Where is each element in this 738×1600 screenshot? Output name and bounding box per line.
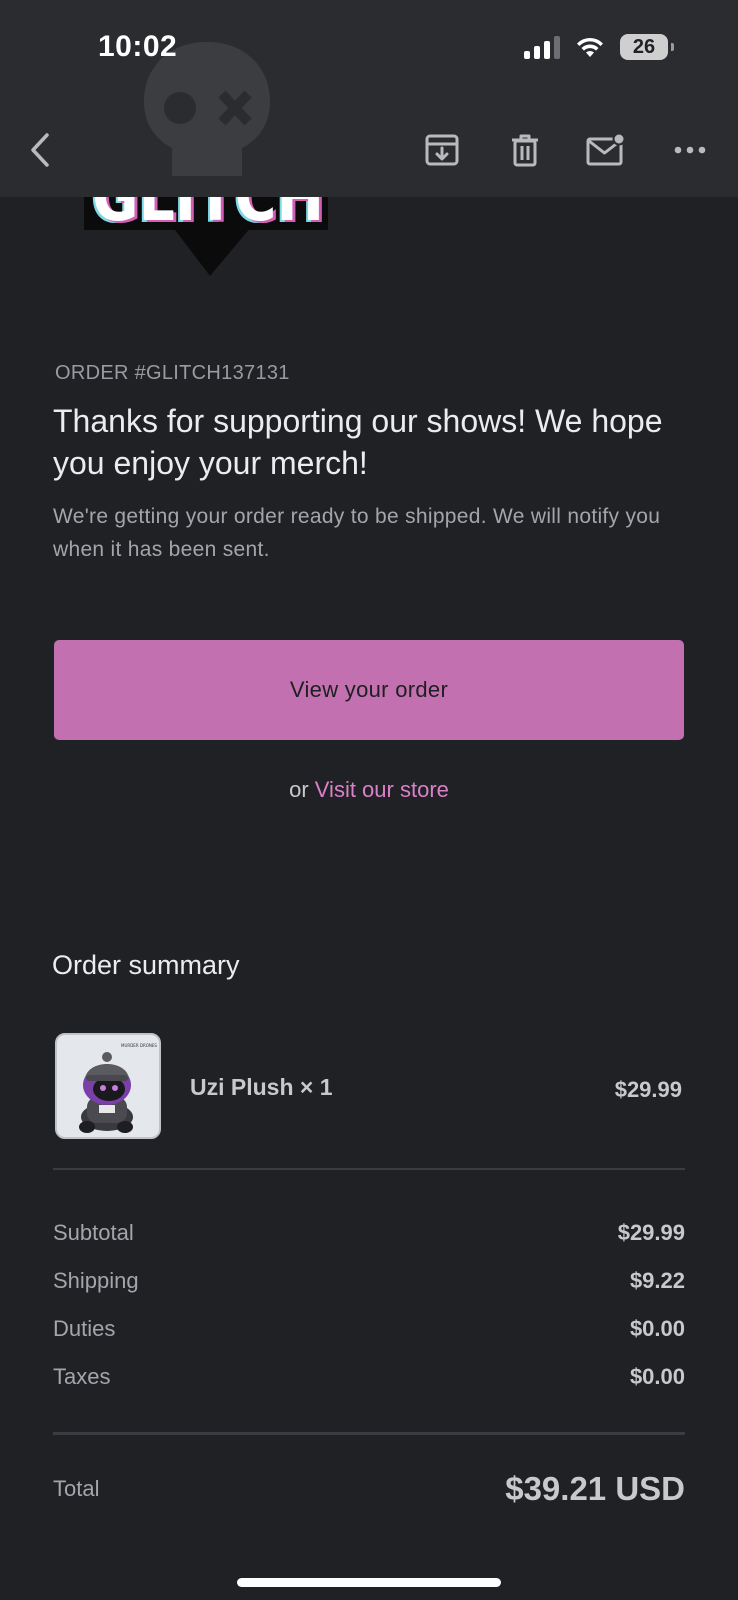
taxes-row: Taxes $0.00	[53, 1364, 685, 1390]
mail-unread-icon	[586, 133, 626, 166]
mark-unread-button[interactable]	[584, 128, 628, 172]
trash-icon	[512, 134, 538, 167]
subtotal-row: Subtotal $29.99	[53, 1220, 685, 1246]
shipping-label: Shipping	[53, 1268, 139, 1293]
taxes-label: Taxes	[53, 1364, 111, 1389]
home-indicator[interactable]	[237, 1578, 501, 1587]
or-text: or	[289, 777, 309, 802]
total-divider	[53, 1432, 685, 1435]
signal-icon	[524, 35, 560, 59]
order-number: ORDER #GLITCH137131	[55, 362, 290, 384]
skull-watermark-icon	[144, 42, 270, 176]
back-button[interactable]	[18, 128, 62, 172]
status-icons: 26	[524, 34, 674, 60]
mail-header: 10:02 26	[0, 0, 738, 197]
order-headline: Thanks for supporting our shows! We hope…	[53, 403, 663, 481]
total-value: $39.21 USD	[505, 1470, 685, 1507]
total-row: Total $39.21 USD	[53, 1470, 685, 1508]
duties-row: Duties $0.00	[53, 1316, 685, 1342]
more-button[interactable]	[668, 128, 712, 172]
product-name: Uzi Plush × 1	[190, 1074, 333, 1100]
trash-button[interactable]	[503, 128, 547, 172]
product-price: $29.99	[614, 1077, 682, 1102]
subtotal-value: $29.99	[617, 1220, 685, 1245]
summary-divider	[53, 1168, 685, 1170]
order-summary-title: Order summary	[52, 950, 240, 980]
duties-label: Duties	[53, 1316, 116, 1341]
visit-store-link[interactable]: Visit our store	[315, 777, 449, 802]
product-thumbnail[interactable]: MURDER DRONES	[55, 1033, 161, 1139]
duties-value: $0.00	[629, 1316, 685, 1341]
order-subtext: We're getting your order ready to be shi…	[53, 505, 661, 561]
view-order-button[interactable]: View your order	[54, 640, 684, 740]
battery-icon: 26	[620, 34, 674, 60]
subtotal-label: Subtotal	[53, 1220, 134, 1245]
uzi-plush-image: MURDER DRONES	[79, 1043, 157, 1133]
total-label: Total	[53, 1476, 100, 1501]
back-icon	[31, 133, 49, 167]
taxes-value: $0.00	[629, 1364, 685, 1389]
shipping-row: Shipping $9.22	[53, 1268, 685, 1294]
email-screen: 10:02 26 GLITCH GLITCH GLITCH ORDER #GLI…	[0, 0, 738, 1600]
svg-text:MURDER DRONES: MURDER DRONES	[121, 1043, 157, 1048]
shipping-value: $9.22	[629, 1268, 685, 1293]
more-icon	[674, 146, 706, 154]
archive-button[interactable]	[420, 128, 464, 172]
archive-icon	[425, 134, 459, 166]
store-link-line: or Visit our store	[0, 777, 738, 803]
wifi-icon	[577, 37, 603, 57]
